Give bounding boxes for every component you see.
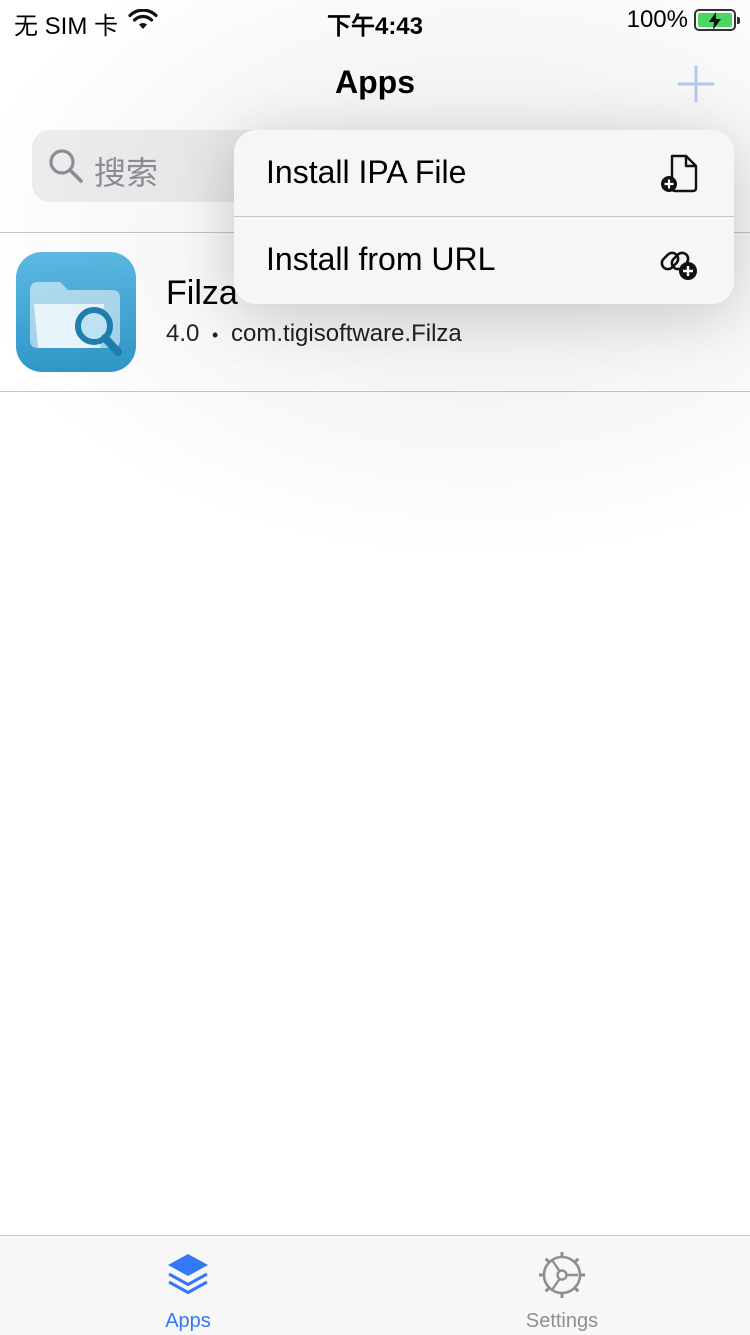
add-button[interactable]	[676, 64, 716, 104]
app-subtitle: 4.0 • com.tigisoftware.Filza	[166, 320, 462, 348]
add-menu: Install IPA File Install from URL	[234, 130, 734, 304]
doc-plus-icon	[661, 154, 698, 193]
tab-settings[interactable]: Settings	[462, 1236, 662, 1335]
menu-item-install-ipa[interactable]: Install IPA File	[234, 130, 734, 216]
tab-bar: Apps Settings	[0, 1235, 750, 1335]
tab-label: Settings	[525, 1310, 599, 1332]
battery-icon	[694, 9, 740, 31]
separator-dot: •	[212, 325, 219, 345]
gear-icon	[539, 1252, 585, 1298]
search-icon	[49, 149, 83, 183]
search-placeholder: 搜索	[94, 155, 159, 191]
app-version: 4.0	[166, 320, 200, 347]
stack-icon	[168, 1254, 208, 1294]
tab-apps[interactable]: Apps	[88, 1236, 288, 1335]
divider	[0, 391, 750, 392]
status-right: 100%	[626, 6, 740, 34]
plus-icon	[677, 65, 715, 103]
tab-label: Apps	[165, 1310, 211, 1332]
page-title: Apps	[335, 64, 415, 100]
app-bundle-id: com.tigisoftware.Filza	[231, 320, 462, 347]
link-plus-icon	[660, 251, 697, 280]
menu-item-label: Install IPA File	[266, 154, 467, 190]
app-icon-filza	[16, 252, 136, 372]
menu-item-install-url[interactable]: Install from URL	[234, 217, 734, 303]
status-bar: 无 SIM 卡 下午4:43 100%	[0, 0, 750, 40]
app-name: Filza	[166, 274, 238, 312]
menu-item-label: Install from URL	[266, 241, 496, 277]
battery-percent: 100%	[626, 6, 688, 33]
